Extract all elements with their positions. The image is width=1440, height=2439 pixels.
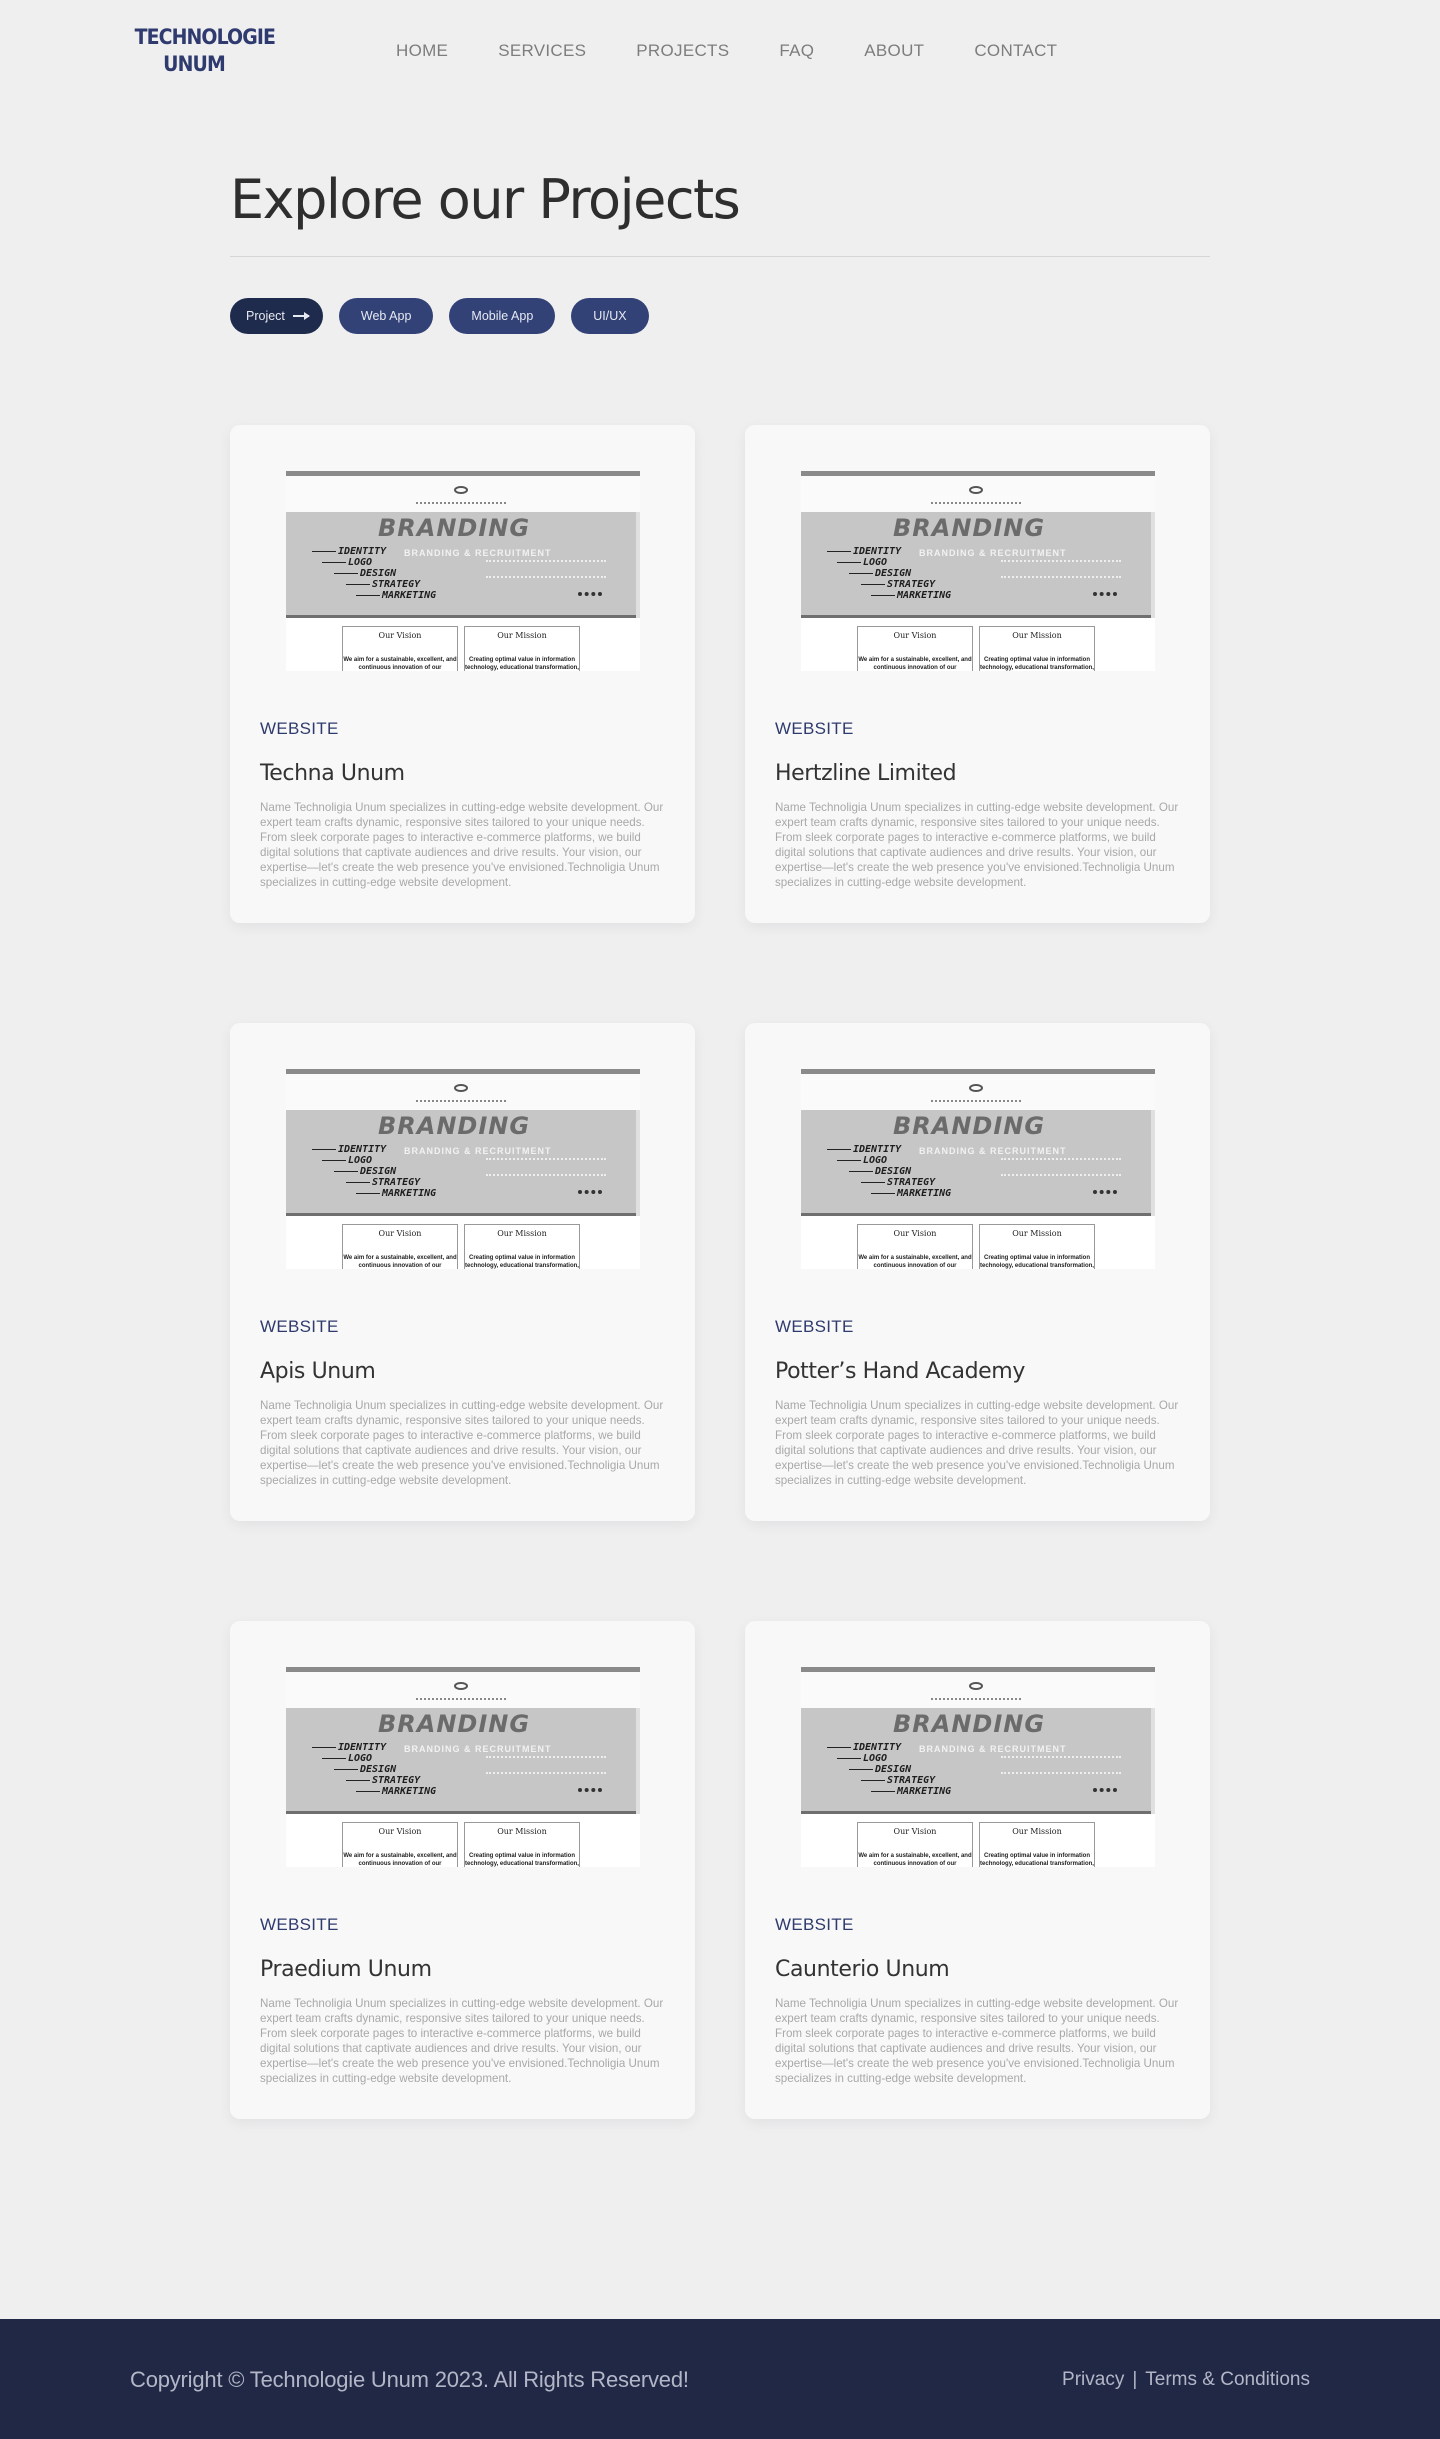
project-title[interactable]: Potter’s Hand Academy bbox=[775, 1359, 1180, 1384]
projects-grid: BRANDING BRANDING & RECRUITMENT IDENTITY… bbox=[230, 425, 1210, 2119]
brand-logo-line1: TECHNOLOGIE bbox=[134, 25, 276, 49]
footer-copyright: Copyright © Technologie Unum 2023. All R… bbox=[130, 2367, 689, 2392]
nav-services[interactable]: SERVICES bbox=[498, 41, 586, 61]
thumbnail-logo-icon bbox=[969, 486, 983, 494]
thumbnail-logo-icon bbox=[454, 486, 468, 494]
thumbnail-logo-icon bbox=[969, 1682, 983, 1690]
project-thumbnail: BRANDING BRANDING & RECRUITMENT IDENTITY… bbox=[801, 471, 1155, 671]
filter-project-label: Project bbox=[246, 309, 285, 323]
thumbnail-mission-box: Our Mission Creating optimal value in in… bbox=[464, 1224, 580, 1269]
filter-mobile-app-button[interactable]: Mobile App bbox=[449, 298, 556, 334]
project-category: WEBSITE bbox=[260, 719, 339, 738]
project-card[interactable]: BRANDING BRANDING & RECRUITMENT IDENTITY… bbox=[230, 1621, 695, 2119]
filter-web-app-button[interactable]: Web App bbox=[338, 298, 434, 334]
thumbnail-subheadline: BRANDING & RECRUITMENT bbox=[404, 1146, 552, 1156]
thumbnail-vision-box: Our Vision We aim for a sustainable, exc… bbox=[342, 1224, 458, 1269]
project-description: Name Technoligia Unum specializes in cut… bbox=[775, 1399, 1179, 1487]
thumbnail-vision-box: Our Vision We aim for a sustainable, exc… bbox=[857, 1822, 973, 1867]
main-menu: HOME SERVICES PROJECTS FAQ ABOUT CONTACT bbox=[396, 41, 1107, 61]
brand-logo-line2: UNUM bbox=[163, 52, 226, 76]
thumbnail-subheadline: BRANDING & RECRUITMENT bbox=[919, 1146, 1067, 1156]
privacy-link[interactable]: Privacy bbox=[1062, 2369, 1124, 2391]
thumbnail-mission-box: Our Mission Creating optimal value in in… bbox=[979, 1822, 1095, 1867]
thumbnail-mission-box: Our Mission Creating optimal value in in… bbox=[979, 1224, 1095, 1269]
thumbnail-headline: BRANDING bbox=[378, 1710, 531, 1738]
thumbnail-subheadline: BRANDING & RECRUITMENT bbox=[919, 1744, 1067, 1754]
page-title: Explore our Projects bbox=[230, 168, 741, 231]
thumbnail-list: IDENTITY LOGO DESIGN STRATEGY MARKETING bbox=[311, 1144, 437, 1199]
arrow-right-icon bbox=[292, 312, 310, 320]
title-divider bbox=[230, 256, 1210, 257]
footer-link-separator: | bbox=[1132, 2369, 1138, 2390]
thumbnail-list: IDENTITY LOGO DESIGN STRATEGY MARKETING bbox=[311, 546, 437, 601]
thumbnail-list: IDENTITY LOGO DESIGN STRATEGY MARKETING bbox=[311, 1742, 437, 1797]
thumbnail-logo-icon bbox=[969, 1084, 983, 1092]
project-title[interactable]: Techna Unum bbox=[260, 761, 665, 786]
thumbnail-logo-icon bbox=[454, 1084, 468, 1092]
project-description: Name Technoligia Unum specializes in cut… bbox=[775, 1997, 1179, 2085]
project-thumbnail: BRANDING BRANDING & RECRUITMENT IDENTITY… bbox=[286, 1069, 640, 1269]
project-description: Name Technoligia Unum specializes in cut… bbox=[260, 801, 664, 889]
project-title[interactable]: Hertzline Limited bbox=[775, 761, 1180, 786]
thumbnail-headline: BRANDING bbox=[893, 514, 1046, 542]
project-category: WEBSITE bbox=[260, 1317, 339, 1336]
project-title[interactable]: Praedium Unum bbox=[260, 1957, 665, 1982]
thumbnail-vision-box: Our Vision We aim for a sustainable, exc… bbox=[342, 626, 458, 671]
thumbnail-mission-box: Our Mission Creating optimal value in in… bbox=[464, 626, 580, 671]
thumbnail-headline: BRANDING bbox=[893, 1710, 1046, 1738]
project-category: WEBSITE bbox=[775, 1915, 854, 1934]
site-footer: Copyright © Technologie Unum 2023. All R… bbox=[0, 2319, 1440, 2439]
thumbnail-headline: BRANDING bbox=[893, 1112, 1046, 1140]
nav-projects[interactable]: PROJECTS bbox=[636, 41, 729, 61]
thumbnail-list: IDENTITY LOGO DESIGN STRATEGY MARKETING bbox=[826, 1742, 952, 1797]
project-description: Name Technoligia Unum specializes in cut… bbox=[260, 1997, 664, 2085]
project-card[interactable]: BRANDING BRANDING & RECRUITMENT IDENTITY… bbox=[230, 1023, 695, 1521]
project-thumbnail: BRANDING BRANDING & RECRUITMENT IDENTITY… bbox=[801, 1069, 1155, 1269]
project-description: Name Technoligia Unum specializes in cut… bbox=[775, 801, 1179, 889]
thumbnail-subheadline: BRANDING & RECRUITMENT bbox=[404, 548, 552, 558]
nav-about[interactable]: ABOUT bbox=[864, 41, 924, 61]
project-title[interactable]: Apis Unum bbox=[260, 1359, 665, 1384]
project-category: WEBSITE bbox=[260, 1915, 339, 1934]
thumbnail-mission-box: Our Mission Creating optimal value in in… bbox=[979, 626, 1095, 671]
thumbnail-logo-icon bbox=[454, 1682, 468, 1690]
project-title[interactable]: Caunterio Unum bbox=[775, 1957, 1180, 1982]
thumbnail-list: IDENTITY LOGO DESIGN STRATEGY MARKETING bbox=[826, 546, 952, 601]
nav-faq[interactable]: FAQ bbox=[779, 41, 814, 61]
thumbnail-subheadline: BRANDING & RECRUITMENT bbox=[919, 548, 1067, 558]
brand-logo[interactable]: TECHNOLOGIE UNUM bbox=[134, 24, 276, 78]
nav-contact[interactable]: CONTACT bbox=[974, 41, 1057, 61]
project-card[interactable]: BRANDING BRANDING & RECRUITMENT IDENTITY… bbox=[745, 1023, 1210, 1521]
thumbnail-headline: BRANDING bbox=[378, 1112, 531, 1140]
project-card[interactable]: BRANDING BRANDING & RECRUITMENT IDENTITY… bbox=[745, 1621, 1210, 2119]
footer-links: Privacy | Terms & Conditions bbox=[1062, 2369, 1310, 2391]
project-thumbnail: BRANDING BRANDING & RECRUITMENT IDENTITY… bbox=[801, 1667, 1155, 1867]
thumbnail-subheadline: BRANDING & RECRUITMENT bbox=[404, 1744, 552, 1754]
project-card[interactable]: BRANDING BRANDING & RECRUITMENT IDENTITY… bbox=[745, 425, 1210, 923]
project-description: Name Technoligia Unum specializes in cut… bbox=[260, 1399, 664, 1487]
thumbnail-headline: BRANDING bbox=[378, 514, 531, 542]
project-thumbnail: BRANDING BRANDING & RECRUITMENT IDENTITY… bbox=[286, 1667, 640, 1867]
thumbnail-vision-box: Our Vision We aim for a sustainable, exc… bbox=[857, 1224, 973, 1269]
nav-home[interactable]: HOME bbox=[396, 41, 448, 61]
thumbnail-mission-box: Our Mission Creating optimal value in in… bbox=[464, 1822, 580, 1867]
project-card[interactable]: BRANDING BRANDING & RECRUITMENT IDENTITY… bbox=[230, 425, 695, 923]
thumbnail-list: IDENTITY LOGO DESIGN STRATEGY MARKETING bbox=[826, 1144, 952, 1199]
project-filters: Project Web App Mobile App UI/UX bbox=[230, 298, 649, 334]
terms-link[interactable]: Terms & Conditions bbox=[1145, 2369, 1310, 2391]
project-category: WEBSITE bbox=[775, 719, 854, 738]
top-navigation: TECHNOLOGIE UNUM HOME SERVICES PROJECTS … bbox=[0, 0, 1440, 104]
filter-ui-ux-button[interactable]: UI/UX bbox=[571, 298, 649, 334]
thumbnail-vision-box: Our Vision We aim for a sustainable, exc… bbox=[857, 626, 973, 671]
thumbnail-vision-box: Our Vision We aim for a sustainable, exc… bbox=[342, 1822, 458, 1867]
project-thumbnail: BRANDING BRANDING & RECRUITMENT IDENTITY… bbox=[286, 471, 640, 671]
project-category: WEBSITE bbox=[775, 1317, 854, 1336]
filter-project-button[interactable]: Project bbox=[230, 298, 323, 334]
